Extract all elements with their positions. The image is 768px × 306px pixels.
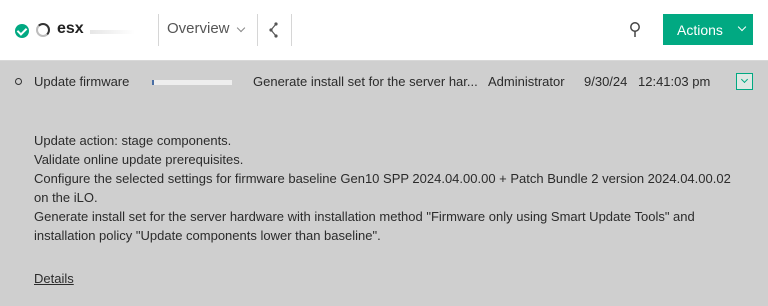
details-link[interactable]: Details	[34, 271, 74, 286]
title-fade	[90, 30, 135, 34]
search-icon[interactable]	[628, 21, 642, 39]
status-ok-icon	[15, 24, 29, 38]
progress-bar	[151, 79, 233, 86]
resource-title: esx	[57, 20, 84, 37]
activity-owner: Administrator	[488, 74, 565, 89]
detail-line: Generate install set for the server hard…	[34, 209, 695, 243]
activity-name: Update firmware	[34, 74, 130, 89]
divider	[158, 14, 159, 46]
activity-row[interactable]: Update firmware Generate install set for…	[0, 62, 768, 102]
spinner-icon	[36, 23, 50, 37]
activity-step: Generate install set for the server har.…	[253, 74, 478, 89]
share-icon[interactable]	[268, 21, 280, 39]
activity-time: 12:41:03 pm	[638, 74, 711, 89]
status-bullet-icon	[15, 78, 22, 85]
actions-label: Actions	[677, 22, 723, 38]
progress-fill	[152, 80, 155, 85]
actions-button[interactable]: Actions	[663, 14, 753, 45]
divider	[291, 14, 292, 46]
divider	[257, 14, 258, 46]
resource-header: esx Overview Actions	[0, 0, 768, 61]
collapse-row-button[interactable]	[736, 73, 753, 90]
detail-line: Update action: stage components.	[34, 133, 232, 148]
detail-line: Validate online update prerequisites.	[34, 152, 244, 167]
activity-date: 9/30/24	[584, 74, 628, 89]
view-selector[interactable]: Overview	[167, 20, 230, 37]
chevron-down-icon[interactable]	[236, 23, 246, 33]
detail-line: Configure the selected settings for firm…	[34, 171, 731, 205]
chevron-down-icon	[737, 22, 747, 32]
activity-details: Update action: stage components. Validat…	[34, 131, 734, 245]
